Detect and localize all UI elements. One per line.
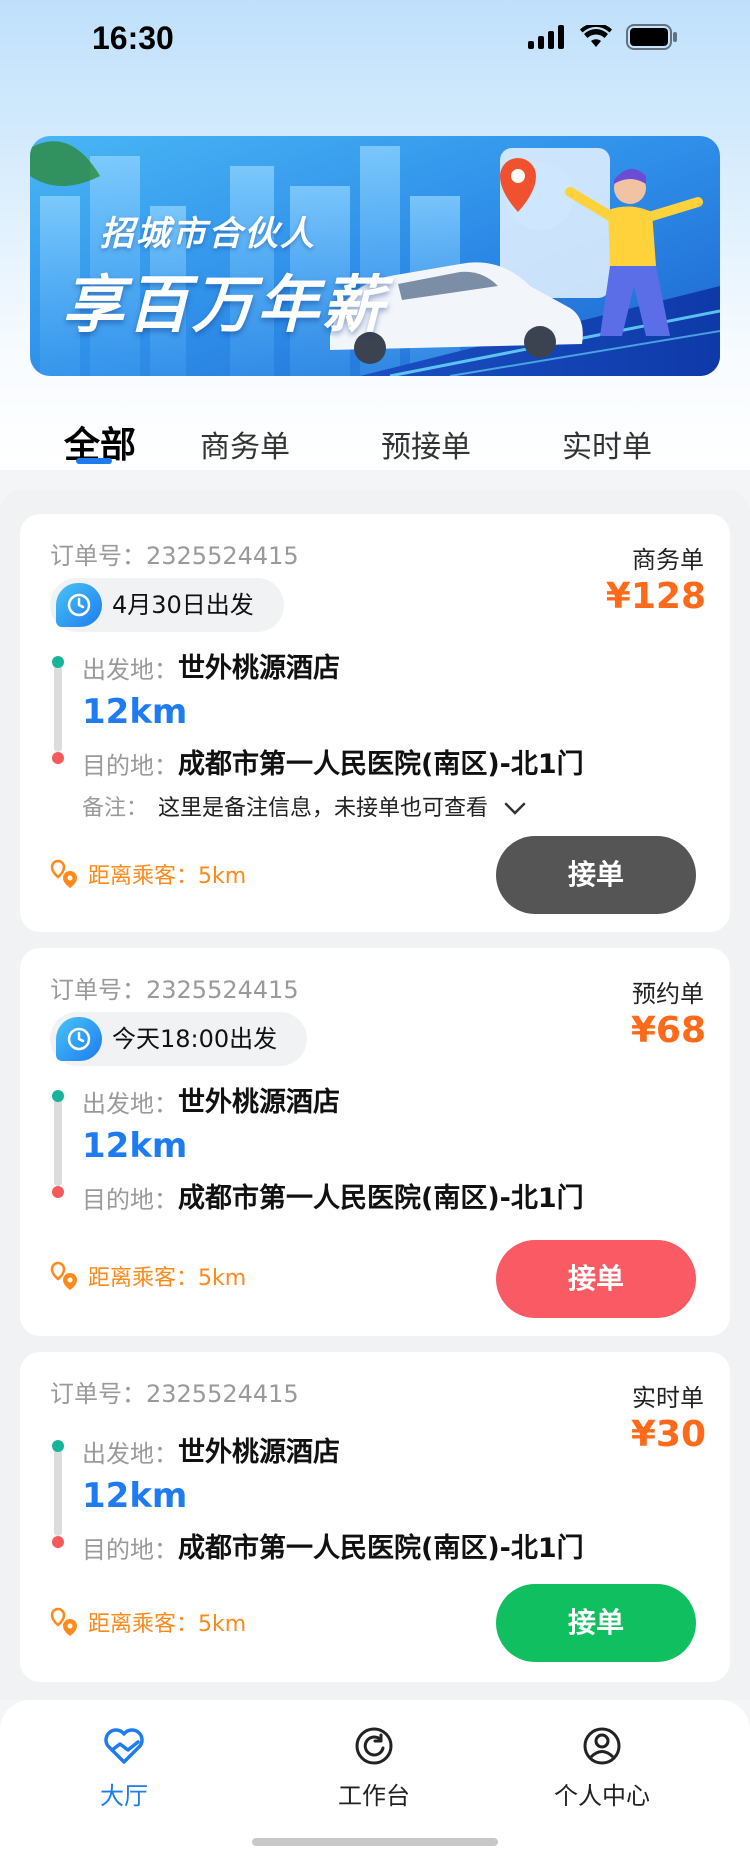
status-time: 16:30: [92, 20, 174, 56]
banner-subheadline: 享百万年薪: [62, 268, 388, 341]
route-line: [54, 664, 62, 752]
tabbar-item-hall[interactable]: 大厅: [44, 1726, 204, 1811]
user-circle-icon: [583, 1727, 621, 1765]
tabbar-label: 大厅: [100, 1782, 148, 1810]
origin-place: 世外桃源酒店: [178, 1437, 340, 1468]
departure-time: 今天18:00出发: [112, 1025, 278, 1053]
location-pin-icon: [50, 1261, 77, 1290]
clock-icon: [56, 583, 102, 627]
route-line: [54, 1448, 62, 1536]
end-dot: [52, 752, 64, 764]
tab-active-indicator: [76, 458, 112, 464]
battery-icon: [626, 24, 677, 50]
trip-distance: 12km: [82, 1126, 188, 1166]
trip-distance: 12km: [82, 692, 188, 732]
order-number: 订单号：2325524415: [50, 542, 299, 570]
tab-preorder[interactable]: 预接单: [381, 422, 471, 466]
passenger-distance-text: 距离乘客：5km: [88, 1612, 247, 1637]
status-bar: 16:30: [0, 0, 750, 76]
tab-realtime[interactable]: 实时单: [562, 422, 652, 466]
passenger-distance: 距离乘客：5km: [50, 858, 246, 890]
accept-order-button[interactable]: 接单: [496, 836, 696, 914]
departure-time-pill: 4月30日出发: [50, 578, 284, 632]
order-type: 预约单: [632, 980, 704, 1008]
start-dot: [52, 656, 64, 668]
tabbar-item-profile[interactable]: 个人中心: [522, 1726, 682, 1811]
origin-place: 世外桃源酒店: [178, 653, 340, 684]
promo-banner[interactable]: 招城市合伙人 享百万年薪: [30, 136, 720, 376]
location-pin-icon: [50, 1607, 77, 1636]
accept-order-button[interactable]: 接单: [496, 1240, 696, 1318]
signal-icon: [528, 25, 564, 49]
destination-place: 成都市第一人民医院(南区)-北1门: [178, 749, 584, 780]
order-card: 订单号：2325524415 实时单 ¥30 出发地： 世外桃源酒店 12km …: [20, 1352, 730, 1682]
order-tabs: 全部 商务单 预接单 实时单: [0, 414, 750, 484]
remark-label: 备注：: [82, 796, 149, 821]
refresh-circle-icon: [355, 1727, 393, 1765]
start-dot: [52, 1440, 64, 1452]
order-card: 订单号：2325524415 商务单 ¥128 4月30日出发 出发地： 世外桃…: [20, 514, 730, 932]
departure-time-pill: 今天18:00出发: [50, 1012, 308, 1066]
order-price: ¥68: [630, 1010, 706, 1051]
route-line: [54, 1098, 62, 1186]
accept-order-button[interactable]: 接单: [496, 1584, 696, 1662]
banner-headline: 招城市合伙人: [100, 214, 316, 254]
departure-time: 4月30日出发: [112, 591, 254, 619]
tabbar-item-workbench[interactable]: 工作台: [294, 1726, 454, 1811]
destination-label: 目的地：: [82, 1536, 178, 1564]
wifi-icon: [580, 25, 612, 47]
order-type: 实时单: [632, 1384, 704, 1412]
destination-place: 成都市第一人民医院(南区)-北1门: [178, 1183, 584, 1214]
location-pin-icon: [50, 859, 77, 888]
destination-label: 目的地：: [82, 1186, 178, 1214]
origin-label: 出发地：: [82, 656, 178, 684]
origin-place: 世外桃源酒店: [178, 1087, 340, 1118]
order-number: 订单号：2325524415: [50, 976, 299, 1004]
order-price: ¥30: [630, 1414, 706, 1455]
bottom-tab-bar: 大厅 工作台 个人中心: [0, 1700, 750, 1858]
tab-business[interactable]: 商务单: [200, 422, 290, 466]
remark-text: 这里是备注信息，未接单也可查看: [158, 796, 489, 821]
end-dot: [52, 1536, 64, 1548]
home-indicator: [252, 1838, 498, 1846]
destination-label: 目的地：: [82, 752, 178, 780]
clock-icon: [56, 1017, 102, 1061]
remark-row[interactable]: 备注： 这里是备注信息，未接单也可查看: [82, 790, 527, 822]
passenger-distance: 距离乘客：5km: [50, 1260, 246, 1292]
origin-label: 出发地：: [82, 1440, 178, 1468]
status-icons: [528, 24, 678, 50]
passenger-distance-text: 距离乘客：5km: [88, 864, 247, 889]
passenger-distance: 距离乘客：5km: [50, 1606, 246, 1638]
start-dot: [52, 1090, 64, 1102]
order-type: 商务单: [632, 546, 704, 574]
heart-hand-icon: [104, 1728, 144, 1764]
tabbar-label: 工作台: [338, 1782, 410, 1810]
destination-place: 成都市第一人民医院(南区)-北1门: [178, 1533, 584, 1564]
chevron-down-icon[interactable]: [503, 801, 527, 817]
order-number: 订单号：2325524415: [50, 1380, 299, 1408]
tabbar-label: 个人中心: [554, 1782, 650, 1810]
passenger-distance-text: 距离乘客：5km: [88, 1266, 247, 1291]
end-dot: [52, 1186, 64, 1198]
trip-distance: 12km: [82, 1476, 188, 1516]
origin-label: 出发地：: [82, 1090, 178, 1118]
order-price: ¥128: [605, 576, 706, 617]
order-card: 订单号：2325524415 预约单 ¥68 今天18:00出发 出发地： 世外…: [20, 948, 730, 1336]
